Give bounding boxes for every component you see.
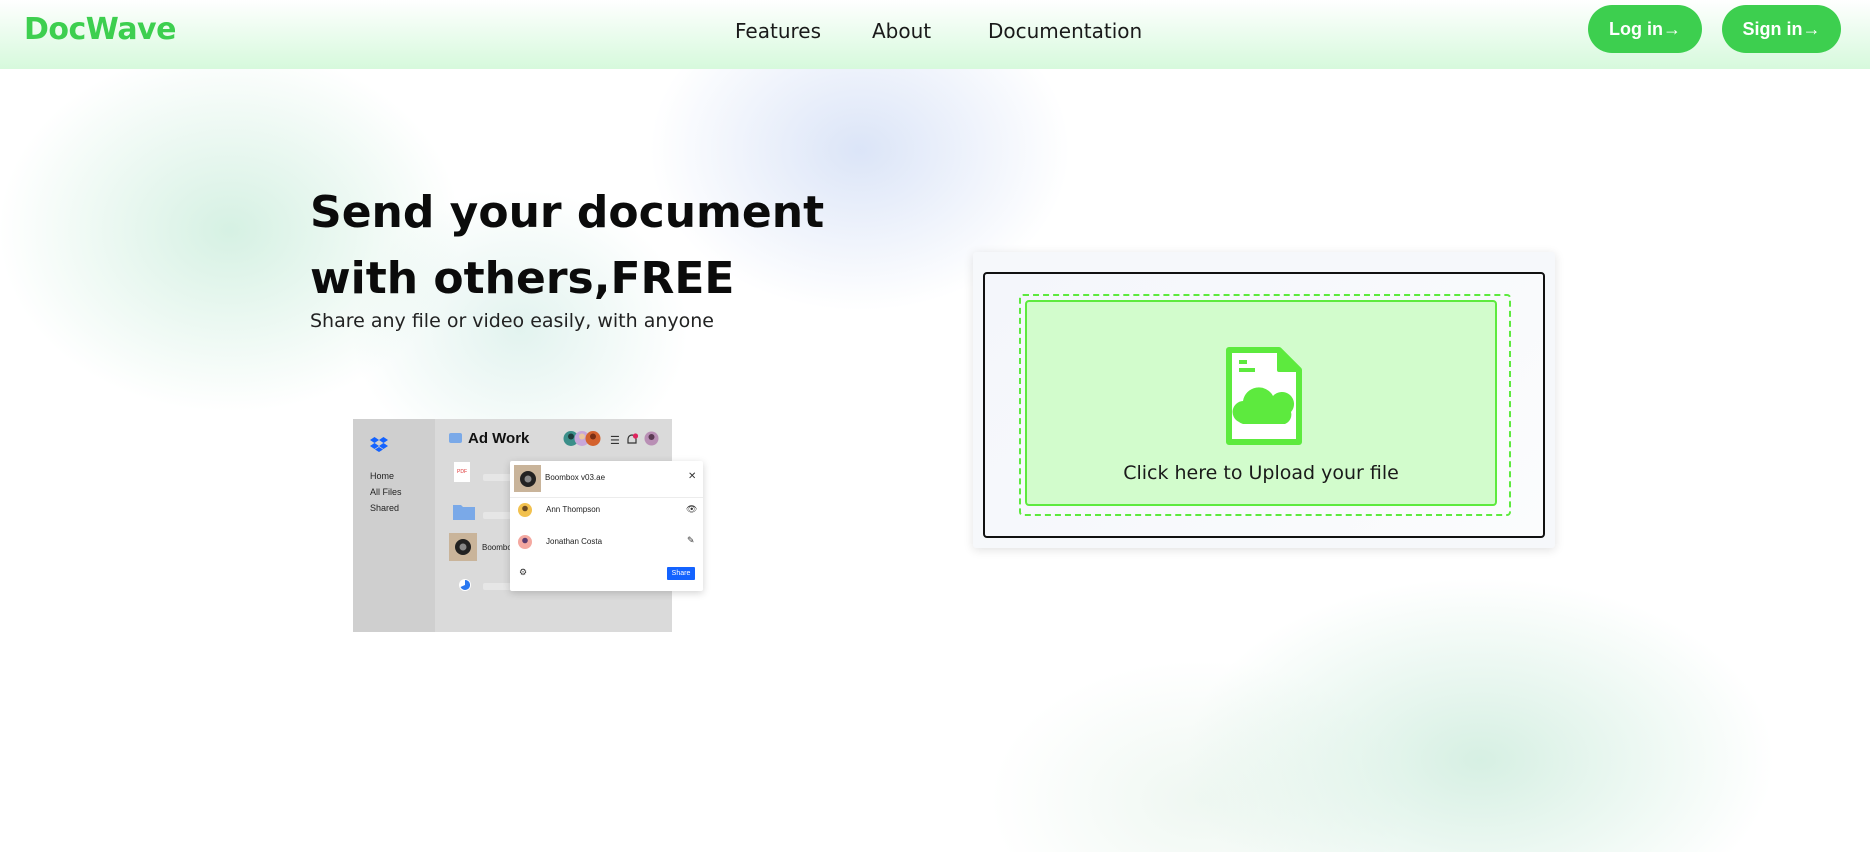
cloud-file-upload-icon: [1226, 347, 1302, 445]
close-icon: ✕: [688, 471, 697, 482]
file-row-placeholder: [483, 512, 511, 519]
illustration-nav-shared: Shared: [370, 503, 400, 513]
view-eye-icon: 👁: [686, 504, 698, 514]
speaker-image-icon: [455, 539, 471, 555]
person-avatar-icon: [518, 535, 532, 549]
hero-title-line2: with others,FREE: [310, 253, 735, 304]
top-navbar: DocWave Features About Documentation Log…: [0, 0, 1870, 69]
hero-title-line1: Send your document: [310, 187, 825, 238]
file-row-placeholder: [483, 474, 511, 481]
nav-link-features[interactable]: Features: [735, 19, 821, 43]
illustration-sidebar: Home All Files Shared: [353, 419, 435, 632]
list-view-icon: ☰: [610, 435, 620, 447]
pie-chart-icon: [459, 579, 471, 591]
person-avatar-icon: [518, 503, 532, 517]
user-avatar-icon: [644, 431, 659, 446]
upload-dropzone[interactable]: Click here to Upload your file: [1025, 300, 1497, 506]
upload-label: Click here to Upload your file: [1123, 462, 1399, 484]
hero-title: Send your document with others,FREE: [310, 180, 830, 312]
notification-bell-icon: [627, 433, 639, 444]
nav-link-documentation[interactable]: Documentation: [988, 19, 1142, 43]
speaker-image-icon: [520, 471, 536, 487]
popup-person-name: Ann Thompson: [546, 505, 601, 514]
divider: [510, 497, 703, 498]
file-row-placeholder: [483, 583, 511, 590]
popup-file-name: Boombox v03.ae: [545, 473, 606, 482]
settings-gear-icon: ⚙: [519, 567, 528, 577]
signin-button[interactable]: Sign in→: [1722, 5, 1841, 53]
edit-pencil-icon: ✎: [687, 535, 695, 545]
share-popup: Boombox v03.ae ✕ Ann Thompson 👁 Jonathan…: [510, 461, 703, 591]
file-row-label: Boombo: [482, 543, 512, 552]
folder-icon: [449, 433, 462, 443]
brand-logo[interactable]: DocWave: [24, 12, 176, 47]
upload-frame: Click here to Upload your file: [983, 272, 1545, 538]
share-button: Share: [667, 567, 695, 580]
hero-subtitle: Share any file or video easily, with any…: [310, 310, 714, 332]
upload-card: Click here to Upload your file: [973, 252, 1555, 548]
member-avatars-icon: [563, 431, 601, 446]
login-button[interactable]: Log in→: [1588, 5, 1702, 53]
pdf-file-icon: PDF: [454, 462, 470, 482]
illustration-nav-home: Home: [370, 471, 395, 481]
folder-icon: [453, 505, 475, 520]
illustration-nav-all-files: All Files: [370, 487, 402, 497]
popup-person-name: Jonathan Costa: [546, 537, 603, 546]
illustration-folder-title: Ad Work: [468, 430, 530, 447]
dropbox-logo-icon: [370, 437, 388, 452]
nav-link-about[interactable]: About: [872, 19, 931, 43]
file-sharing-illustration: Home All Files Shared Ad Work ☰ PDF Boom…: [353, 419, 703, 632]
